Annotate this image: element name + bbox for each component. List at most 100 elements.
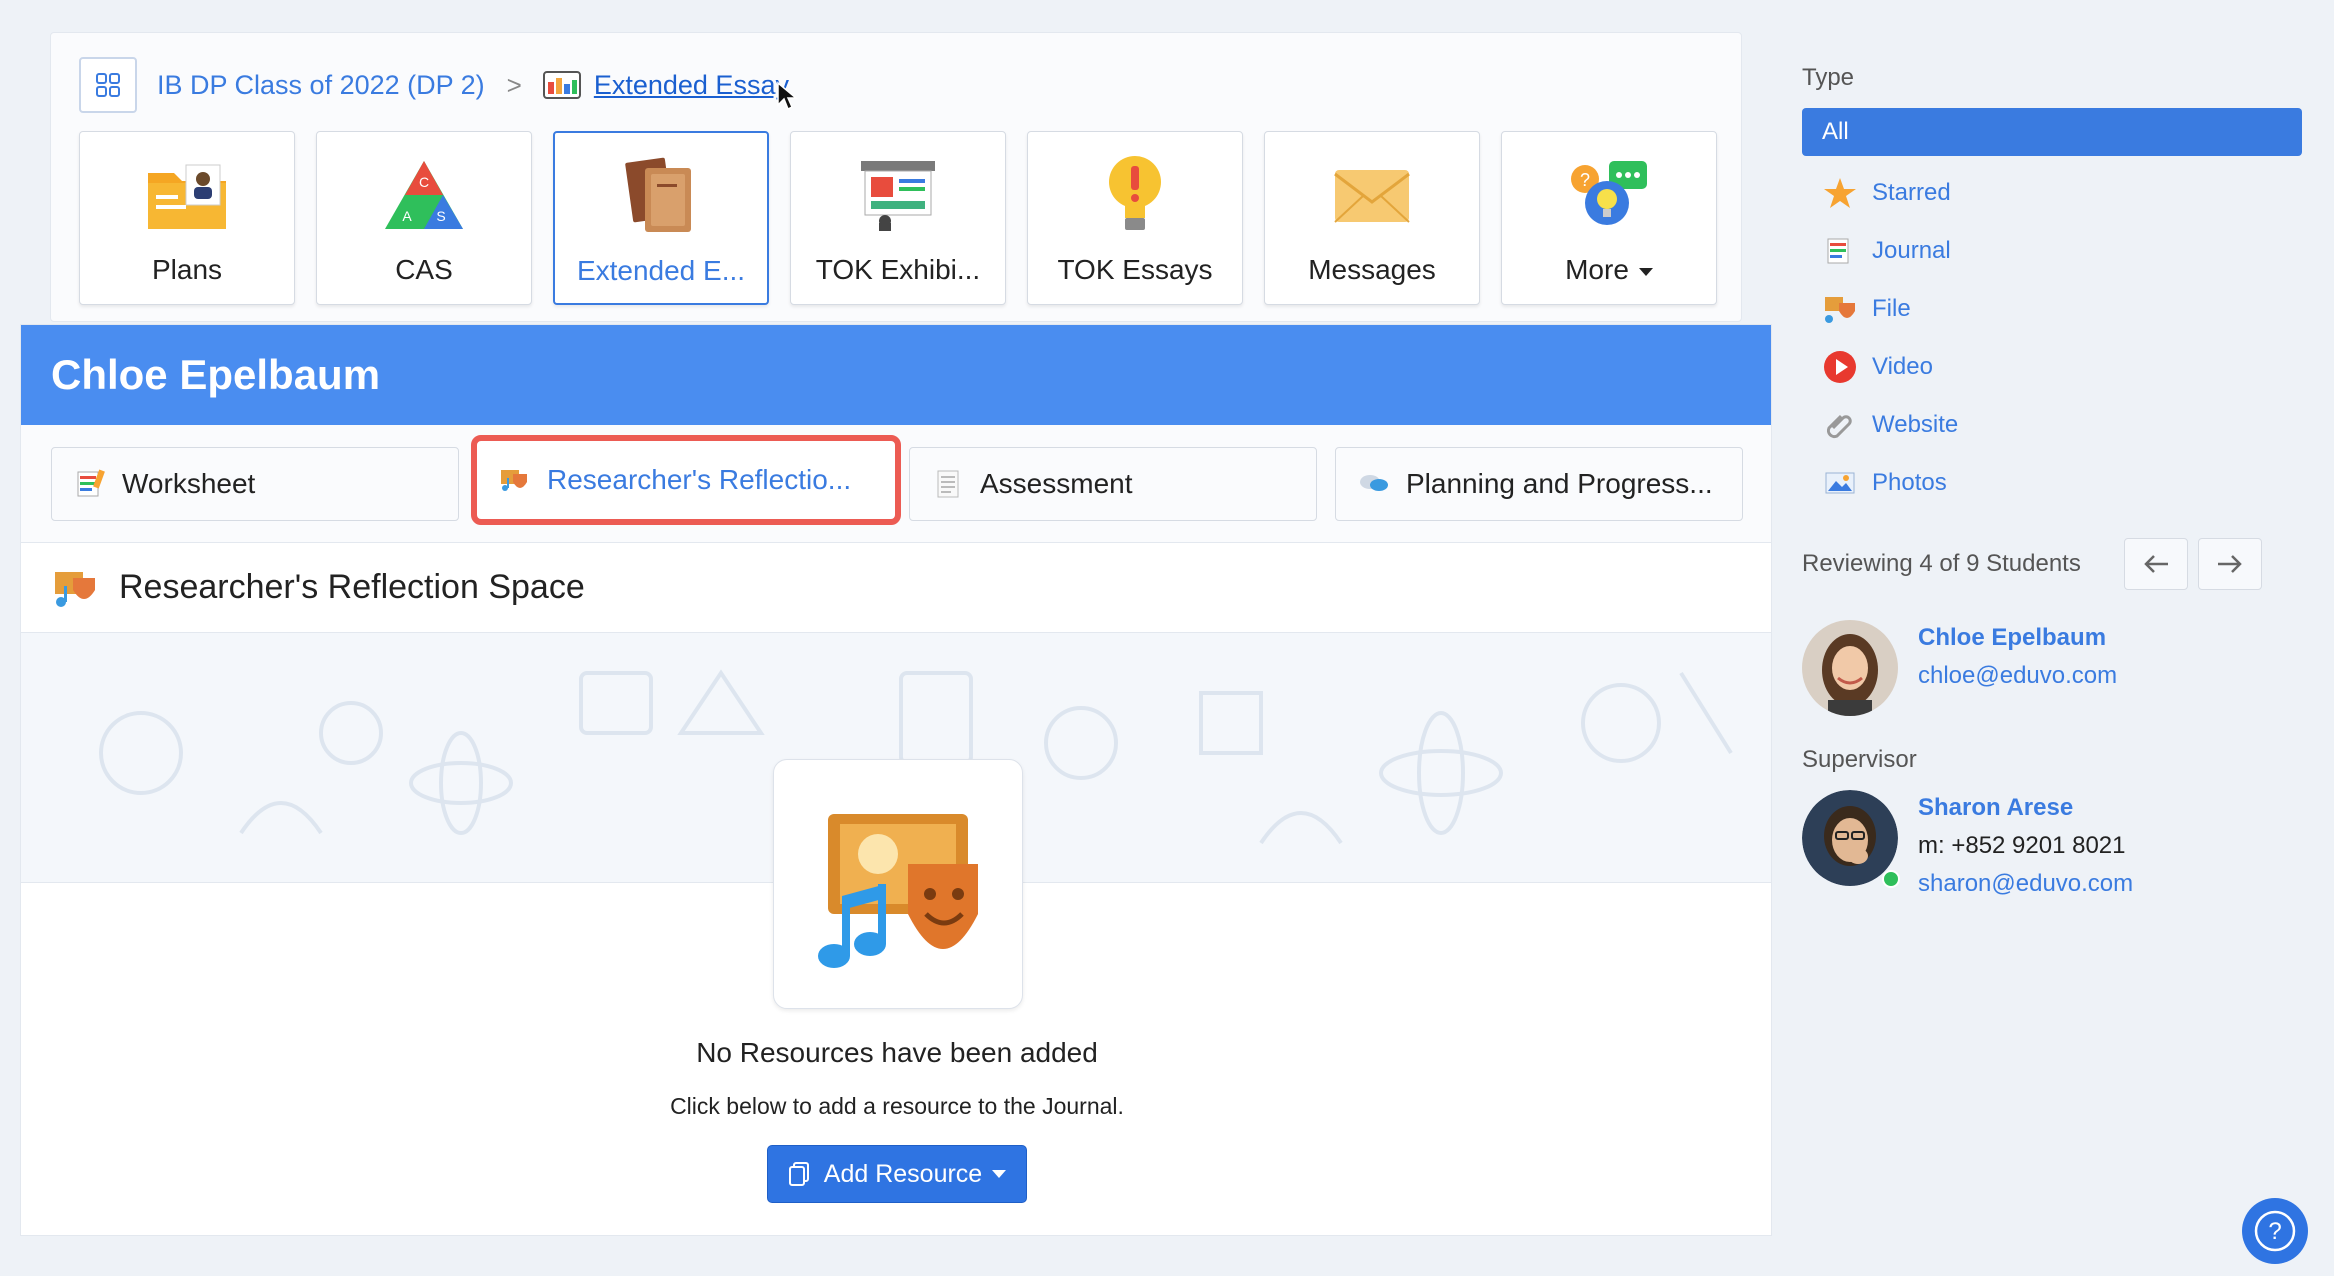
supervisor-name-link[interactable]: Sharon Arese xyxy=(1918,794,2133,822)
more-label: More xyxy=(1565,254,1629,285)
tab-label: Planning and Progress... xyxy=(1406,468,1713,499)
type-label: Journal xyxy=(1872,237,1951,264)
section-tabs: Worksheet Researcher's Reflectio... Asse… xyxy=(21,425,1771,543)
media-masks-icon xyxy=(818,814,978,968)
tile-tok-exhibition[interactable]: TOK Exhibi... xyxy=(790,131,1006,305)
type-label: Photos xyxy=(1872,469,1947,496)
student-card: Chloe Epelbaum chloe@eduvo.com xyxy=(1802,620,2117,716)
tile-label: TOK Essays xyxy=(1057,254,1213,285)
type-filter-photos[interactable]: Photos xyxy=(1802,454,2302,512)
tile-label: Messages xyxy=(1308,254,1436,285)
chat-bubbles-icon xyxy=(1360,475,1388,491)
tile-more[interactable]: ? More xyxy=(1501,131,1717,305)
svg-text:A: A xyxy=(402,208,412,224)
more-bubbles-icon: ? xyxy=(1571,161,1647,225)
supervisor-phone: m: +852 9201 8021 xyxy=(1918,832,2126,859)
online-status-indicator xyxy=(1882,870,1900,888)
breadcrumb-class-link[interactable]: IB DP Class of 2022 (DP 2) xyxy=(157,70,485,101)
previous-student-button[interactable] xyxy=(2124,538,2188,590)
add-resource-label: Add Resource xyxy=(823,1159,983,1188)
empty-state-illustration xyxy=(773,759,1023,1009)
student-name-link[interactable]: Chloe Epelbaum xyxy=(1918,624,2117,652)
svg-text:?: ? xyxy=(2268,1218,2281,1245)
grid-icon xyxy=(96,73,120,97)
lightbulb-icon xyxy=(1109,156,1161,230)
paperclip-icon xyxy=(1826,414,1852,439)
svg-text:C: C xyxy=(419,174,429,190)
tile-label: TOK Exhibi... xyxy=(815,254,981,285)
svg-text:?: ? xyxy=(1580,170,1590,190)
tab-label: Assessment xyxy=(980,468,1133,499)
books-icon xyxy=(625,157,691,232)
type-label: Video xyxy=(1872,353,1933,380)
star-icon xyxy=(1824,178,1856,208)
add-resource-button[interactable]: Add Resource xyxy=(767,1145,1027,1203)
type-filter-video[interactable]: Video xyxy=(1802,338,2302,396)
breadcrumb: IB DP Class of 2022 (DP 2) > Extended Es… xyxy=(79,57,789,113)
type-label: Website xyxy=(1872,411,1959,438)
tab-worksheet[interactable]: Worksheet xyxy=(51,447,459,521)
supervisor-title: Supervisor xyxy=(1802,746,1917,773)
type-filter-file[interactable]: File xyxy=(1802,280,2302,338)
avatar xyxy=(1802,620,1898,716)
supervisor-email-link[interactable]: sharon@eduvo.com xyxy=(1918,870,2133,898)
tab-planning-progress[interactable]: Planning and Progress... xyxy=(1335,447,1743,521)
app-nav-card: IB DP Class of 2022 (DP 2) > Extended Es… xyxy=(50,32,1742,322)
journal-icon xyxy=(77,469,105,497)
empty-state-subtitle: Click below to add a resource to the Jou… xyxy=(670,1093,1124,1119)
exhibition-icon xyxy=(861,161,935,231)
tile-label: CAS xyxy=(395,254,453,285)
folder-plans-icon xyxy=(148,164,226,229)
copy-icon xyxy=(788,1162,809,1186)
tab-label: Researcher's Reflectio... xyxy=(547,464,852,495)
reviewing-status: Reviewing 4 of 9 Students xyxy=(1802,550,2081,577)
section-header: Researcher's Reflection Space xyxy=(21,543,1771,633)
student-email-link[interactable]: chloe@eduvo.com xyxy=(1918,662,2117,690)
chevron-down-icon xyxy=(992,1170,1007,1178)
breadcrumb-current[interactable]: Extended Essay xyxy=(594,70,789,101)
tab-researchers-reflection[interactable]: Researcher's Reflectio... xyxy=(471,435,901,525)
student-panel: Chloe Epelbaum Worksheet Researcher's Re… xyxy=(20,324,1772,1236)
tab-label: Worksheet xyxy=(122,468,256,499)
journal-icon xyxy=(1827,238,1849,264)
play-icon xyxy=(1824,351,1856,383)
type-filter-website[interactable]: Website xyxy=(1802,396,2302,454)
breadcrumb-separator: > xyxy=(506,69,522,100)
type-label: All xyxy=(1822,118,1849,145)
theater-masks-icon xyxy=(501,470,527,491)
help-button[interactable]: ? xyxy=(2242,1198,2308,1264)
arrow-left-icon xyxy=(2144,555,2168,573)
tile-plans[interactable]: Plans xyxy=(79,131,295,305)
type-filter-journal[interactable]: Journal xyxy=(1802,222,2302,280)
extended-essay-icon xyxy=(542,71,581,99)
supervisor-card: Sharon Arese m: +852 9201 8021 sharon@ed… xyxy=(1802,790,2133,898)
cas-triangle-icon: C A S xyxy=(385,161,463,229)
student-name: Chloe Epelbaum xyxy=(51,351,381,398)
tile-extended-essay[interactable]: Extended E... xyxy=(553,131,769,305)
arrow-right-icon xyxy=(2218,555,2242,573)
type-filter-all[interactable]: All xyxy=(1802,108,2302,156)
type-filter-starred[interactable]: Starred xyxy=(1802,164,2302,222)
empty-state-title: No Resources have been added xyxy=(696,1037,1098,1068)
tile-tok-essays[interactable]: TOK Essays xyxy=(1027,131,1243,305)
svg-text:S: S xyxy=(436,208,445,224)
tile-label: Plans xyxy=(151,254,223,285)
photo-icon xyxy=(1825,472,1855,494)
module-tiles: Plans C A S CAS Extended E... TOK Exhibi… xyxy=(79,131,1717,305)
right-sidebar: Type All Starred Journal File Video Webs… xyxy=(1802,0,2334,1276)
tile-messages[interactable]: Messages xyxy=(1264,131,1480,305)
file-media-icon xyxy=(1825,297,1855,323)
mouse-cursor-icon xyxy=(777,81,798,111)
next-student-button[interactable] xyxy=(2198,538,2262,590)
section-title: Researcher's Reflection Space xyxy=(119,568,585,606)
tab-assessment[interactable]: Assessment xyxy=(909,447,1317,521)
avatar xyxy=(1802,790,1900,888)
question-icon: ? xyxy=(2254,1210,2296,1252)
tile-cas[interactable]: C A S CAS xyxy=(316,131,532,305)
grid-menu-button[interactable] xyxy=(79,57,137,113)
theater-masks-icon xyxy=(55,571,95,607)
envelope-icon xyxy=(1334,170,1410,223)
document-icon xyxy=(937,470,959,498)
tile-label: Extended E... xyxy=(576,255,746,286)
type-filter-list: All Starred Journal File Video Website P… xyxy=(1802,108,2302,512)
